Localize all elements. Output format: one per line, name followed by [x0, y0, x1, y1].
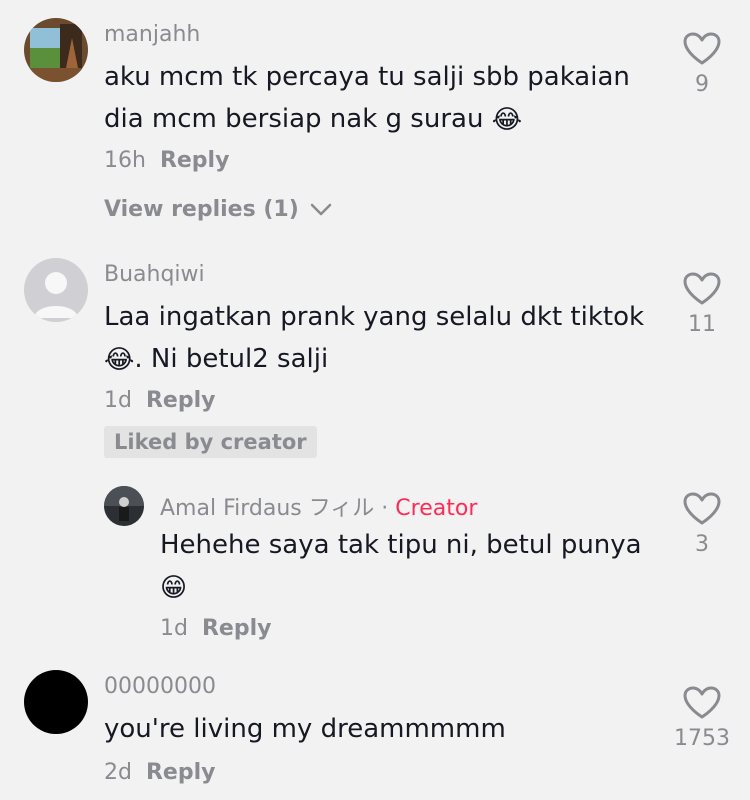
- avatar[interactable]: [24, 18, 88, 82]
- comment-text: Hehehe saya tak tipu ni, betul punya 😁: [160, 524, 660, 609]
- view-replies-label: View replies (1): [104, 197, 299, 222]
- reply-button[interactable]: Reply: [146, 388, 216, 413]
- laughing-emoji-icon: 😂: [491, 104, 523, 135]
- like-count: 1753: [674, 726, 730, 751]
- comment-username[interactable]: Amal Firdaus フィル · Creator: [160, 490, 477, 522]
- like-button[interactable]: 11: [662, 272, 742, 337]
- comment-time: 16h: [104, 148, 146, 173]
- heart-icon: [683, 32, 721, 65]
- comment-username[interactable]: 00000000: [104, 674, 216, 699]
- avatar[interactable]: [104, 486, 144, 526]
- comment-text-line2-body: . Ni betul2 salji: [134, 344, 329, 374]
- comment-time: 2d: [104, 760, 132, 785]
- comment-time: 1d: [160, 616, 188, 641]
- reply-button[interactable]: Reply: [146, 760, 216, 785]
- comment-username[interactable]: manjahh: [104, 22, 200, 47]
- comment-text: Laa ingatkan prank yang selalu dkt tikto…: [104, 296, 664, 381]
- view-replies-button[interactable]: View replies (1): [104, 197, 332, 222]
- comment-text: aku mcm tk percaya tu salji sbb pakaian …: [104, 56, 664, 141]
- comment-text-body: aku mcm tk percaya tu salji sbb pakaian …: [104, 62, 630, 134]
- grinning-emoji-icon: 😁: [160, 572, 188, 603]
- heart-icon: [683, 686, 721, 719]
- laughing-emoji-icon: 😂: [104, 344, 135, 375]
- comment-meta: 16h Reply: [104, 148, 229, 173]
- creator-tag: Creator: [395, 496, 478, 521]
- heart-icon: [683, 492, 721, 525]
- like-count: 3: [695, 532, 709, 557]
- comment-meta: 1d Reply: [160, 616, 271, 641]
- heart-icon: [683, 272, 721, 305]
- avatar-placeholder[interactable]: [24, 258, 88, 322]
- comment-time: 1d: [104, 388, 132, 413]
- comment-text-body: Hehehe saya tak tipu ni, betul punya: [160, 530, 642, 560]
- like-button[interactable]: 3: [662, 492, 742, 557]
- reply-button[interactable]: Reply: [160, 148, 230, 173]
- like-button[interactable]: 9: [662, 32, 742, 97]
- comment-username[interactable]: Buahqiwi: [104, 262, 205, 287]
- separator: ·: [381, 496, 389, 521]
- creator-name: Amal Firdaus フィル: [160, 496, 375, 521]
- comment-text-line1: Laa ingatkan prank yang selalu dkt tikto…: [104, 302, 645, 332]
- reply-button[interactable]: Reply: [202, 616, 272, 641]
- liked-by-creator-badge: Liked by creator: [104, 426, 317, 458]
- avatar[interactable]: [24, 670, 88, 734]
- like-count: 9: [695, 72, 709, 97]
- comment-text-line2: 😂. Ni betul2 salji: [104, 338, 664, 381]
- chevron-down-icon: [311, 203, 332, 216]
- comment-text: you're living my dreammmmm: [104, 714, 506, 744]
- comment-meta: 2d Reply: [104, 760, 215, 785]
- like-button[interactable]: 1753: [662, 686, 742, 751]
- like-count: 11: [688, 312, 716, 337]
- comment-meta: 1d Reply: [104, 388, 215, 413]
